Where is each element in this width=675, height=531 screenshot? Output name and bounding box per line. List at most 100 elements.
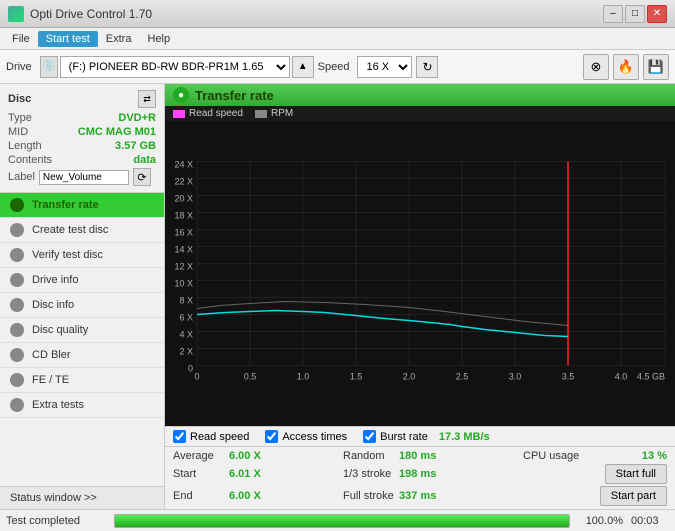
legend-color-rpm — [255, 110, 267, 118]
svg-text:1.0: 1.0 — [297, 372, 310, 382]
nav-label-transfer-rate: Transfer rate — [32, 199, 99, 211]
close-button[interactable]: ✕ — [647, 5, 667, 23]
label-input[interactable] — [39, 170, 129, 185]
chart-legend: Read speed RPM — [165, 106, 675, 121]
legend-color-read-speed — [173, 110, 185, 118]
svg-text:14 X: 14 X — [174, 245, 193, 255]
nav-fe-te[interactable]: FE / TE — [0, 368, 164, 393]
chart-title: Transfer rate — [195, 88, 274, 103]
svg-text:0: 0 — [188, 364, 193, 374]
maximize-button[interactable]: □ — [625, 5, 645, 23]
average-label: Average — [173, 450, 225, 462]
svg-text:8 X: 8 X — [179, 296, 193, 306]
full-stroke-value: 337 ms — [399, 490, 436, 502]
svg-text:4.5 GB: 4.5 GB — [637, 372, 665, 382]
one-third-value: 198 ms — [399, 468, 436, 480]
mid-value: CMC MAG M01 — [78, 126, 156, 138]
svg-text:1.5: 1.5 — [350, 372, 363, 382]
svg-text:6 X: 6 X — [179, 313, 193, 323]
burst-rate-checkbox[interactable] — [363, 430, 376, 443]
eraser-button[interactable]: ⊗ — [583, 54, 609, 80]
svg-text:12 X: 12 X — [174, 262, 193, 272]
nav-transfer-rate[interactable]: Transfer rate — [0, 193, 164, 218]
burn-button[interactable]: 🔥 — [613, 54, 639, 80]
random-label: Random — [343, 450, 395, 462]
svg-text:0: 0 — [194, 372, 199, 382]
menu-start-test[interactable]: Start test — [38, 31, 98, 47]
app-icon — [8, 6, 24, 22]
svg-text:2.5: 2.5 — [456, 372, 469, 382]
speed-select[interactable]: 16 X — [357, 56, 412, 78]
title-bar: Opti Drive Control 1.70 – □ ✕ — [0, 0, 675, 28]
save-button[interactable]: 💾 — [643, 54, 669, 80]
svg-text:2.0: 2.0 — [403, 372, 416, 382]
menu-extra[interactable]: Extra — [98, 31, 140, 47]
svg-text:0.5: 0.5 — [244, 372, 257, 382]
minimize-button[interactable]: – — [603, 5, 623, 23]
access-times-checkbox[interactable] — [265, 430, 278, 443]
svg-text:3.5: 3.5 — [562, 372, 575, 382]
stats-area: Average 6.00 X Random 180 ms CPU usage 1… — [165, 446, 675, 509]
start-full-button[interactable]: Start full — [605, 464, 667, 484]
cpu-value: 13 % — [642, 450, 667, 462]
nav-label-disc-quality: Disc quality — [32, 324, 88, 336]
end-label: End — [173, 490, 225, 502]
type-value: DVD+R — [118, 112, 156, 124]
chart-icon: ● — [173, 87, 189, 103]
chart-controls: Read speed Access times Burst rate 17.3 … — [165, 426, 675, 446]
status-text: Test completed — [6, 515, 106, 527]
disc-nav-button[interactable]: ⇄ — [138, 90, 156, 108]
end-value: 6.00 X — [229, 490, 261, 502]
svg-text:18 X: 18 X — [174, 211, 193, 221]
nav-label-drive-info: Drive info — [32, 274, 78, 286]
nav-label-create-test-disc: Create test disc — [32, 224, 108, 236]
label-refresh-button[interactable]: ⟳ — [133, 168, 151, 186]
drive-select[interactable]: (F:) PIONEER BD-RW BDR-PR1M 1.65 — [60, 56, 290, 78]
menu-help[interactable]: Help — [139, 31, 178, 47]
svg-text:4 X: 4 X — [179, 330, 193, 340]
nav-extra-tests[interactable]: Extra tests — [0, 393, 164, 418]
disc-panel: Disc ⇄ Type DVD+R MID CMC MAG M01 Length… — [0, 84, 164, 193]
nav-label-fe-te: FE / TE — [32, 374, 69, 386]
contents-label: Contents — [8, 154, 52, 166]
nav-label-verify-test-disc: Verify test disc — [32, 249, 103, 261]
start-part-button[interactable]: Start part — [600, 486, 667, 506]
svg-text:10 X: 10 X — [174, 279, 193, 289]
drive-icon: 💿 — [40, 56, 58, 78]
access-times-checkbox-label: Access times — [282, 431, 347, 443]
main-content: ● Transfer rate Read speed RPM 24 X 22 X — [165, 84, 675, 509]
one-third-label: 1/3 stroke — [343, 468, 395, 480]
nav-drive-info[interactable]: Drive info — [0, 268, 164, 293]
svg-text:20 X: 20 X — [174, 194, 193, 204]
disc-title: Disc — [8, 93, 31, 105]
burst-rate-value: 17.3 MB/s — [439, 431, 490, 443]
svg-text:16 X: 16 X — [174, 228, 193, 238]
status-window-label: Status window >> — [10, 492, 97, 504]
chart-header: ● Transfer rate — [165, 84, 675, 106]
legend-label-read-speed: Read speed — [189, 108, 243, 119]
nav-icon-disc-quality — [10, 323, 24, 337]
menu-file[interactable]: File — [4, 31, 38, 47]
random-value: 180 ms — [399, 450, 436, 462]
nav-icon-fe-te — [10, 373, 24, 387]
eject-button[interactable]: ▲ — [292, 56, 314, 78]
burst-rate-checkbox-row: Burst rate 17.3 MB/s — [363, 430, 490, 443]
nav-disc-quality[interactable]: Disc quality — [0, 318, 164, 343]
nav-disc-info[interactable]: Disc info — [0, 293, 164, 318]
average-value: 6.00 X — [229, 450, 261, 462]
chart-svg: 24 X 22 X 20 X 18 X 16 X 14 X 12 X 10 X … — [165, 121, 675, 426]
svg-text:22 X: 22 X — [174, 177, 193, 187]
nav-icon-extra-tests — [10, 398, 24, 412]
nav-create-test-disc[interactable]: Create test disc — [0, 218, 164, 243]
refresh-button[interactable]: ↻ — [416, 56, 438, 78]
legend-rpm: RPM — [255, 108, 293, 119]
nav-cd-bler[interactable]: CD Bler — [0, 343, 164, 368]
nav-label-disc-info: Disc info — [32, 299, 74, 311]
svg-text:3.0: 3.0 — [509, 372, 522, 382]
sidebar-nav: Transfer rate Create test disc Verify te… — [0, 193, 164, 418]
menu-bar: File Start test Extra Help — [0, 28, 675, 50]
nav-verify-test-disc[interactable]: Verify test disc — [0, 243, 164, 268]
status-window-button[interactable]: Status window >> — [0, 486, 164, 509]
read-speed-checkbox[interactable] — [173, 430, 186, 443]
nav-icon-create-test-disc — [10, 223, 24, 237]
